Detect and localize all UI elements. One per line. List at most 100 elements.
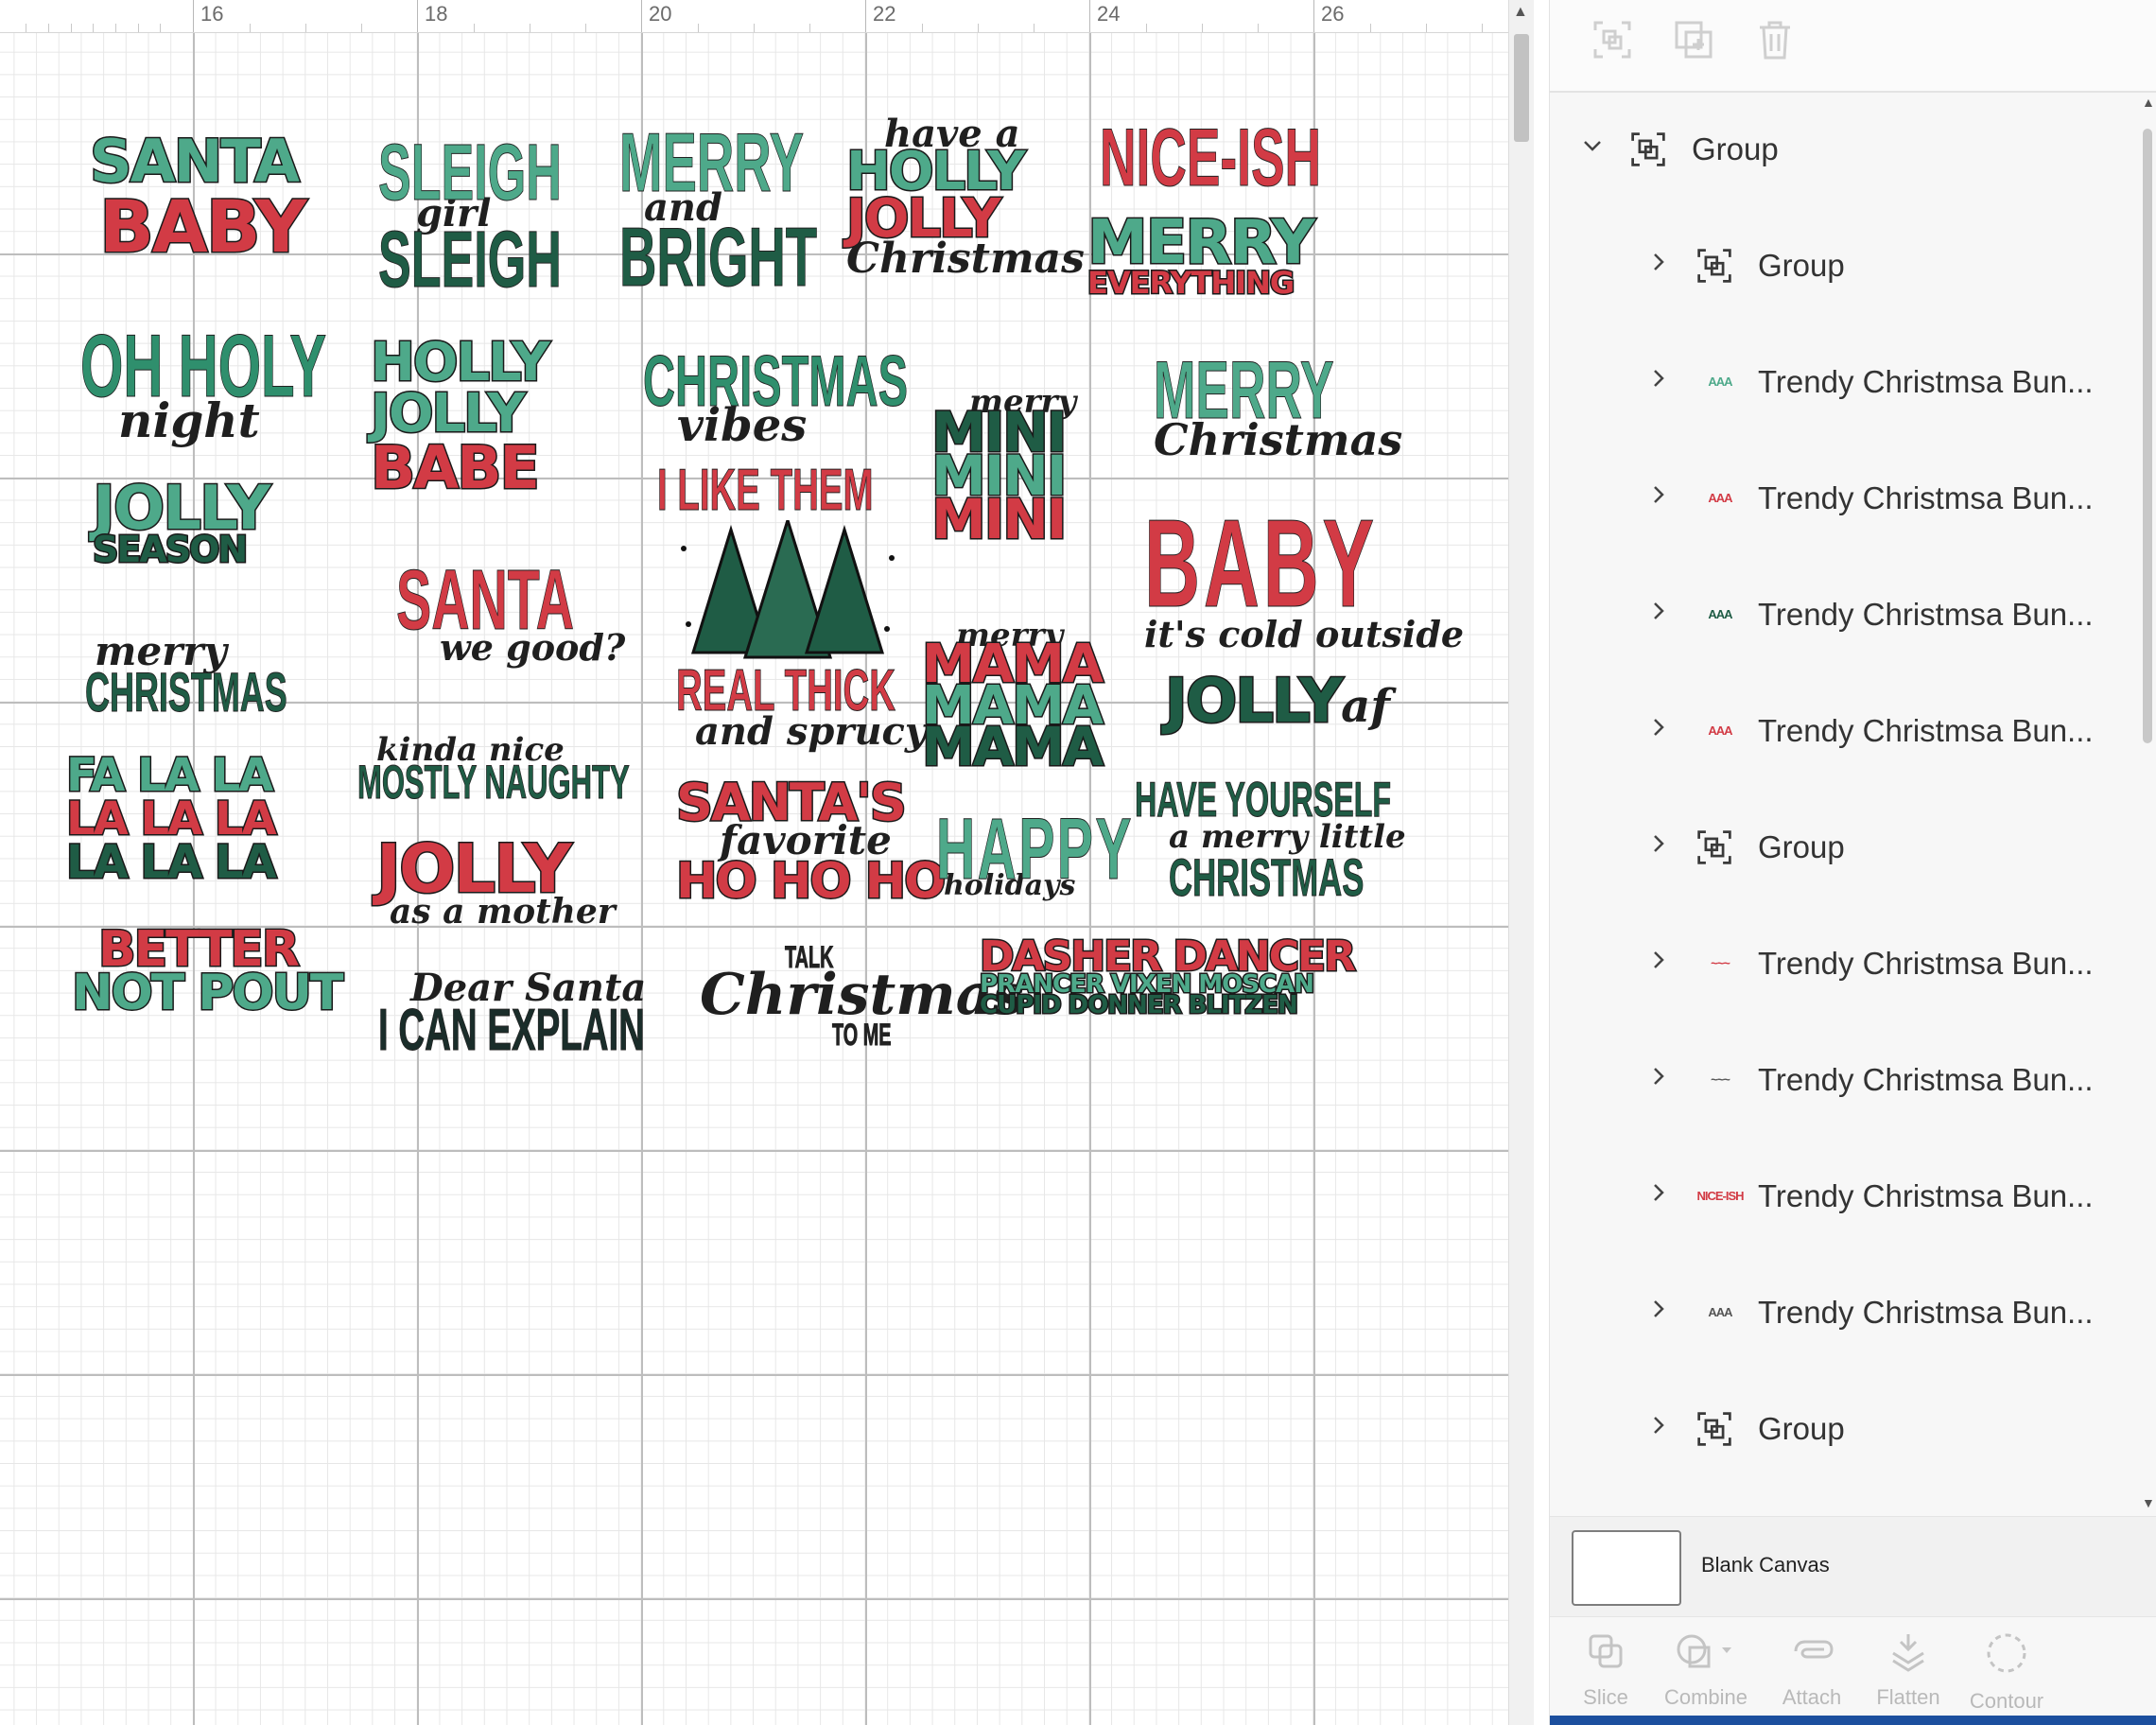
design-text: LA LA LA bbox=[65, 793, 279, 845]
design-text: REAL THICK bbox=[676, 658, 896, 723]
design-nice-ish[interactable]: NICE-ISH bbox=[1100, 113, 1456, 203]
attach-icon bbox=[1760, 1630, 1864, 1681]
layers-toolbar bbox=[1550, 0, 2156, 93]
flatten-label: Flatten bbox=[1876, 1685, 1940, 1709]
scroll-down-arrow-icon[interactable]: ▼ bbox=[2142, 1495, 2155, 1510]
scrollbar-thumb[interactable] bbox=[1514, 34, 1529, 142]
blank-canvas-label: Blank Canvas bbox=[1701, 1553, 1830, 1577]
blank-canvas-row[interactable]: Blank Canvas bbox=[1550, 1516, 2156, 1617]
chevron-right-icon[interactable] bbox=[1644, 251, 1673, 280]
design-text: NICE-ISH bbox=[1100, 113, 1322, 203]
layer-name: Trendy Christmsa Bun... bbox=[1758, 363, 2094, 399]
chevron-right-icon[interactable] bbox=[1644, 1065, 1673, 1094]
design-text: CHRISTMAS bbox=[1169, 847, 1365, 907]
design-merry-christmas-b[interactable]: merry CHRISTMAS bbox=[85, 632, 411, 722]
layer-thumbnail: ~~~ bbox=[1711, 1072, 1730, 1087]
design-jolly-as-a-mother[interactable]: JOLLY as a mother bbox=[375, 835, 616, 930]
christmas-trees-illustration bbox=[681, 520, 895, 659]
layer-name: Group bbox=[1758, 828, 1845, 864]
layer-row-image[interactable]: ~~~ Trendy Christmsa Bun... bbox=[1550, 905, 2136, 1021]
design-santa-baby[interactable]: SANTA BABY bbox=[89, 131, 309, 264]
delete-icon[interactable] bbox=[1752, 19, 1798, 64]
flatten-icon bbox=[1856, 1630, 1960, 1681]
design-jolly-season[interactable]: JOLLY SEASON bbox=[91, 478, 271, 570]
design-talk-christmas-to-me[interactable]: TALK Christmas TO ME bbox=[700, 942, 1024, 1051]
design-baby-its-cold-outside[interactable]: BABY it's cold outside bbox=[1144, 500, 1508, 653]
flatten-button[interactable]: Flatten bbox=[1856, 1630, 1960, 1710]
design-text: LA LA LA bbox=[65, 836, 279, 889]
design-text: HAPPY bbox=[936, 801, 1134, 897]
layer-thumbnail: ~~~ bbox=[1711, 956, 1730, 970]
group-icon bbox=[1695, 828, 1733, 866]
combine-button[interactable]: Combine bbox=[1654, 1630, 1758, 1710]
chevron-right-icon[interactable] bbox=[1644, 1298, 1673, 1327]
layer-name: Trendy Christmsa Bun... bbox=[1758, 479, 2094, 515]
chevron-right-icon[interactable] bbox=[1644, 1181, 1673, 1211]
layer-name: Trendy Christmsa Bun... bbox=[1758, 712, 2094, 748]
attach-label: Attach bbox=[1782, 1685, 1842, 1709]
layer-row-group[interactable]: Group bbox=[1550, 207, 2136, 323]
design-holly-jolly-christmas[interactable]: have a HOLLY JOLLY Christmas bbox=[845, 115, 1085, 280]
horizontal-ruler: 16 18 20 22 24 26 bbox=[0, 0, 1508, 33]
slice-button[interactable]: Slice bbox=[1554, 1630, 1658, 1710]
chevron-right-icon[interactable] bbox=[1644, 716, 1673, 745]
layer-name: Trendy Christmsa Bun... bbox=[1758, 596, 2094, 632]
design-merry-everything[interactable]: MERRY EVERYTHING bbox=[1087, 212, 1317, 301]
scroll-up-arrow-icon[interactable]: ▲ bbox=[1513, 4, 1528, 21]
design-text: MERRY bbox=[619, 115, 805, 209]
layer-row-group[interactable]: Group bbox=[1550, 91, 2136, 207]
ruler-tick: 24 bbox=[1097, 2, 1121, 26]
chevron-right-icon[interactable] bbox=[1644, 832, 1673, 862]
bottom-accent-bar bbox=[1550, 1716, 2156, 1725]
scrollbar-thumb[interactable] bbox=[2143, 129, 2152, 743]
chevron-down-icon[interactable] bbox=[1578, 134, 1607, 164]
design-text: CHRISTMAS bbox=[643, 341, 909, 422]
layer-row-group[interactable]: Group bbox=[1550, 789, 2136, 905]
design-text: I LIKE THEM bbox=[657, 458, 874, 523]
design-text: SANTA bbox=[396, 553, 575, 648]
design-holly-jolly-babe[interactable]: HOLLY JOLLY BABE bbox=[370, 332, 552, 498]
layer-row-image[interactable]: AAA Trendy Christmsa Bun... bbox=[1550, 556, 2136, 672]
layer-row-image[interactable]: NICE-ISH Trendy Christmsa Bun... bbox=[1550, 1138, 2136, 1254]
design-jolly-af[interactable]: JOLLYaf bbox=[1163, 671, 1389, 734]
ruler-tick: 26 bbox=[1321, 2, 1345, 26]
design-text: EVERYTHING bbox=[1087, 265, 1296, 301]
layer-row-image[interactable]: AAA Trendy Christmsa Bun... bbox=[1550, 1254, 2136, 1370]
group-icon[interactable] bbox=[1590, 19, 1635, 64]
canvas-color-swatch[interactable] bbox=[1572, 1530, 1681, 1606]
chevron-right-icon[interactable] bbox=[1644, 483, 1673, 513]
chevron-right-icon[interactable] bbox=[1644, 949, 1673, 978]
design-better-not-pout[interactable]: BETTER NOT POUT bbox=[70, 924, 344, 1019]
layer-row-image[interactable]: AAA Trendy Christmsa Bun... bbox=[1550, 323, 2136, 440]
layer-row-group[interactable]: Group bbox=[1550, 1370, 2136, 1487]
design-text: SEASON bbox=[91, 529, 249, 570]
design-canvas[interactable]: 16 18 20 22 24 26 SANTA BABY SLEIGH girl… bbox=[0, 0, 1508, 1725]
duplicate-icon[interactable] bbox=[1671, 19, 1716, 64]
design-text: SLEIGH bbox=[378, 128, 562, 217]
design-merry-mama[interactable]: merry MAMA MAMA MAMA bbox=[920, 619, 1104, 775]
layer-name: Trendy Christmsa Bun... bbox=[1758, 945, 2094, 981]
design-text: MOSTLY NAUGHTY bbox=[357, 756, 630, 809]
chevron-right-icon[interactable] bbox=[1644, 1414, 1673, 1443]
layer-row-image[interactable]: ~~~ Trendy Christmsa Bun... bbox=[1550, 1021, 2136, 1138]
group-icon bbox=[1695, 247, 1733, 285]
chevron-right-icon[interactable] bbox=[1644, 600, 1673, 629]
layers-scrollbar[interactable]: ▲ ▼ bbox=[2138, 91, 2156, 1514]
combine-label: Combine bbox=[1663, 1685, 1748, 1709]
chevron-right-icon[interactable] bbox=[1644, 367, 1673, 396]
attach-button[interactable]: Attach bbox=[1760, 1630, 1864, 1710]
design-santas-favorite-ho-ho-ho[interactable]: SANTA'S favorite HO HO HO bbox=[674, 775, 947, 908]
design-have-yourself-merry-little-christmas[interactable]: HAVE YOURSELF a merry little CHRISTMAS bbox=[1135, 775, 1508, 907]
layer-row-image[interactable]: AAA Trendy Christmsa Bun... bbox=[1550, 672, 2136, 789]
design-merry-christmas-a[interactable]: MERRY Christmas bbox=[1154, 350, 1444, 462]
layer-row-image[interactable]: AAA Trendy Christmsa Bun... bbox=[1550, 440, 2136, 556]
design-fa-la-la[interactable]: FA LA LA LA LA LA LA LA LA bbox=[65, 752, 279, 889]
contour-button[interactable]: Contour bbox=[1955, 1630, 2059, 1714]
scroll-up-arrow-icon[interactable]: ▲ bbox=[2142, 95, 2155, 110]
canvas-vertical-scrollbar[interactable]: ▲ bbox=[1508, 0, 1534, 1725]
layer-thumbnail: AAA bbox=[1708, 607, 1732, 621]
design-text: HOLLY bbox=[370, 332, 552, 393]
ruler-tick: 16 bbox=[200, 2, 224, 26]
design-reindeer-names[interactable]: DASHER DANCER PRANCER VIXEN MOSCAN CUPID… bbox=[979, 934, 1358, 1019]
design-santa-we-good[interactable]: SANTA we good? bbox=[383, 558, 683, 666]
